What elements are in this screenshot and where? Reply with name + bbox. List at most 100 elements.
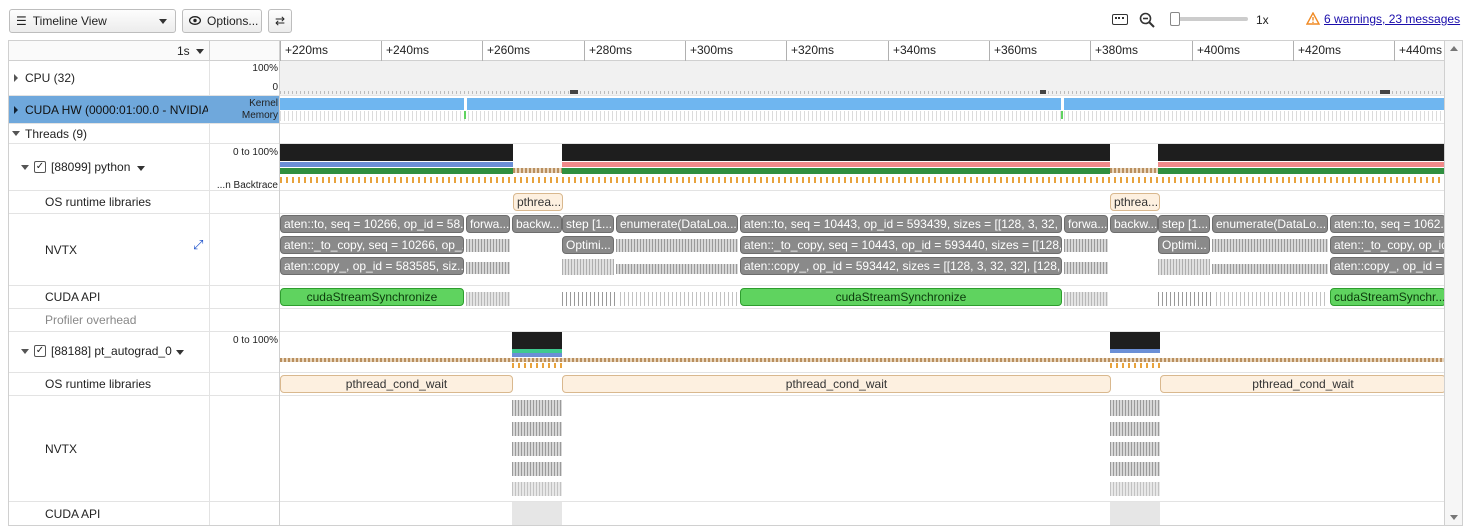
lane-python-cuda-api[interactable]: cudaStreamSynchronize cudaStreamSynchron…	[280, 286, 1444, 309]
memory-label: Memory	[241, 110, 278, 121]
nvtx-range[interactable]: Optimi...	[562, 236, 614, 254]
row-autograd-os-runtime[interactable]: OS runtime libraries	[9, 373, 279, 396]
kernel-label: Kernel	[249, 98, 278, 109]
row-threads[interactable]: Threads (9)	[9, 124, 279, 144]
row-profiler-overhead[interactable]: Profiler overhead	[9, 309, 279, 332]
nvtx-range[interactable]: forwa...	[1064, 215, 1108, 233]
os-runtime-event[interactable]: pthread_cond_wait	[280, 375, 513, 393]
lane-python-os-runtime[interactable]: pthrea... pthrea...	[280, 191, 1444, 214]
view-select[interactable]: ☰ Timeline View	[9, 9, 176, 33]
lane-cuda-hw[interactable]	[280, 96, 1444, 124]
os-runtime-event[interactable]: pthread_cond_wait	[562, 375, 1111, 393]
cuda-api-call[interactable]: cudaStreamSynchronize	[740, 288, 1062, 306]
chevron-down-icon[interactable]	[176, 350, 184, 355]
eye-icon	[188, 14, 202, 28]
nvtx-range[interactable]: aten::copy_, op_id = 583585, siz...	[280, 257, 464, 275]
lane-profiler-overhead	[280, 309, 1444, 332]
zoom-out-icon[interactable]	[1139, 12, 1155, 28]
row-python-os-runtime[interactable]: OS runtime libraries	[9, 191, 279, 214]
row-autograd-nvtx[interactable]: NVTX	[9, 396, 279, 502]
row-python-cuda-api[interactable]: CUDA API	[9, 286, 279, 309]
nvtx-range[interactable]: aten::to, seq = 10266, op_id = 58...	[280, 215, 464, 233]
cpu-min-label: 0	[272, 82, 278, 93]
chevron-down-icon[interactable]	[196, 49, 204, 54]
tick-label: +380ms	[1095, 43, 1139, 57]
tick-label: +420ms	[1298, 43, 1342, 57]
vertical-scrollbar[interactable]	[1445, 40, 1463, 526]
toolbar: ☰ Timeline View Options... ⇄ 1x 6 warnin…	[0, 0, 1471, 40]
lane-python-nvtx[interactable]: aten::to, seq = 10266, op_id = 58... for…	[280, 214, 1444, 286]
lane-cpu[interactable]	[280, 61, 1444, 96]
kernel-bar[interactable]	[280, 98, 1444, 110]
zoom-slider[interactable]	[1170, 12, 1248, 26]
nvtx-range[interactable]: Optimi...	[1158, 236, 1210, 254]
lane-autograd-thread[interactable]	[280, 332, 1444, 373]
tick-label: +360ms	[994, 43, 1038, 57]
row-label: CUDA API	[45, 507, 101, 521]
thread-checkbox[interactable]: ✓	[34, 345, 46, 357]
timeline-pane[interactable]: +220ms +240ms +260ms +280ms +300ms +320m…	[279, 40, 1445, 526]
cuda-api-call[interactable]: cudaStreamSynchronize	[280, 288, 464, 306]
os-runtime-event[interactable]: pthrea...	[1110, 193, 1160, 211]
zoom-slider-thumb[interactable]	[1170, 12, 1180, 26]
time-ruler[interactable]: +220ms +240ms +260ms +280ms +300ms +320m…	[280, 41, 1444, 61]
lane-python-thread[interactable]	[280, 144, 1444, 191]
zoom-level: 1x	[1256, 13, 1269, 27]
nvtx-range[interactable]: aten::_to_copy, seq = 10443, op_id = 593…	[740, 236, 1062, 254]
thread-checkbox[interactable]: ✓	[34, 161, 46, 173]
scale-select[interactable]: 1s	[177, 44, 190, 58]
tick-label: +300ms	[690, 43, 734, 57]
tick-label: +400ms	[1197, 43, 1241, 57]
swap-icon: ⇄	[274, 14, 286, 28]
lane-threads	[280, 124, 1444, 144]
backtrace-samples[interactable]	[280, 177, 1444, 183]
cuda-api-call[interactable]: cudaStreamSynchr...	[1330, 288, 1444, 306]
expand-icon[interactable]: ⤢	[193, 238, 207, 253]
scroll-up-icon[interactable]	[1450, 46, 1458, 51]
hamburger-icon: ☰	[16, 14, 27, 28]
os-runtime-event[interactable]: pthread_cond_wait	[1160, 375, 1444, 393]
row-label: OS runtime libraries	[45, 195, 152, 209]
options-button[interactable]: Options...	[182, 9, 262, 33]
lane-autograd-os-runtime[interactable]: pthread_cond_wait pthread_cond_wait pthr…	[280, 373, 1444, 396]
nvtx-range[interactable]: aten::_to_copy, seq = 10266, op_...	[280, 236, 464, 254]
chevron-down-icon[interactable]	[137, 166, 145, 171]
scroll-down-icon[interactable]	[1450, 515, 1458, 520]
nvtx-range[interactable]: step [1...	[562, 215, 614, 233]
expand-arrow-icon[interactable]	[14, 106, 18, 114]
nvtx-range[interactable]: aten::copy_, op_id = 593442, sizes = [[1…	[740, 257, 1062, 275]
row-cuda-hw[interactable]: CUDA HW (0000:01:00.0 - NVIDIA ( Kernel …	[9, 96, 279, 124]
swap-button[interactable]: ⇄	[268, 9, 292, 33]
cpu-max-label: 100%	[252, 63, 278, 74]
cpu-utilization-block	[1110, 332, 1160, 349]
row-python-thread[interactable]: ✓ [88099] python 0 to 100% ...n Backtrac…	[9, 144, 279, 191]
row-label: CPU (32)	[25, 71, 76, 85]
os-runtime-event[interactable]: pthrea...	[513, 193, 563, 211]
nvtx-range[interactable]: aten::copy_, op_id = ...	[1330, 257, 1444, 275]
tick-label: +220ms	[285, 43, 329, 57]
keyboard-icon[interactable]	[1112, 14, 1128, 25]
cpu-utilization-block	[562, 144, 1110, 161]
nvtx-range[interactable]: aten::_to_copy, op_id = ...	[1330, 236, 1444, 254]
row-label: CUDA HW (0000:01:00.0 - NVIDIA (	[25, 103, 208, 117]
warnings-link[interactable]: 6 warnings, 23 messages	[1324, 12, 1460, 26]
lane-autograd-cuda-api[interactable]	[280, 502, 1444, 525]
nvtx-range[interactable]: backw...	[512, 215, 562, 233]
collapse-arrow-icon[interactable]	[12, 131, 20, 136]
nvtx-range[interactable]: step [1...	[1158, 215, 1210, 233]
expand-arrow-icon[interactable]	[14, 74, 18, 82]
nvtx-range[interactable]: enumerate(DataLo...	[1212, 215, 1328, 233]
nvtx-range[interactable]: backw...	[1110, 215, 1158, 233]
nvtx-range[interactable]: enumerate(DataLoa...	[616, 215, 738, 233]
nvtx-range[interactable]: aten::to, seq = 1062...	[1330, 215, 1444, 233]
memory-strip	[280, 111, 1444, 121]
row-cpu[interactable]: CPU (32) 100% 0	[9, 61, 279, 96]
collapse-arrow-icon[interactable]	[21, 165, 29, 170]
row-autograd-cuda-api[interactable]: CUDA API	[9, 502, 279, 525]
row-python-nvtx[interactable]: NVTX ⤢	[9, 214, 279, 286]
nvtx-range[interactable]: aten::to, seq = 10443, op_id = 593439, s…	[740, 215, 1062, 233]
nvtx-range[interactable]: forwa...	[466, 215, 510, 233]
row-autograd-thread[interactable]: ✓ [88188] pt_autograd_0 0 to 100%	[9, 332, 279, 373]
collapse-arrow-icon[interactable]	[21, 349, 29, 354]
lane-autograd-nvtx[interactable]	[280, 396, 1444, 502]
